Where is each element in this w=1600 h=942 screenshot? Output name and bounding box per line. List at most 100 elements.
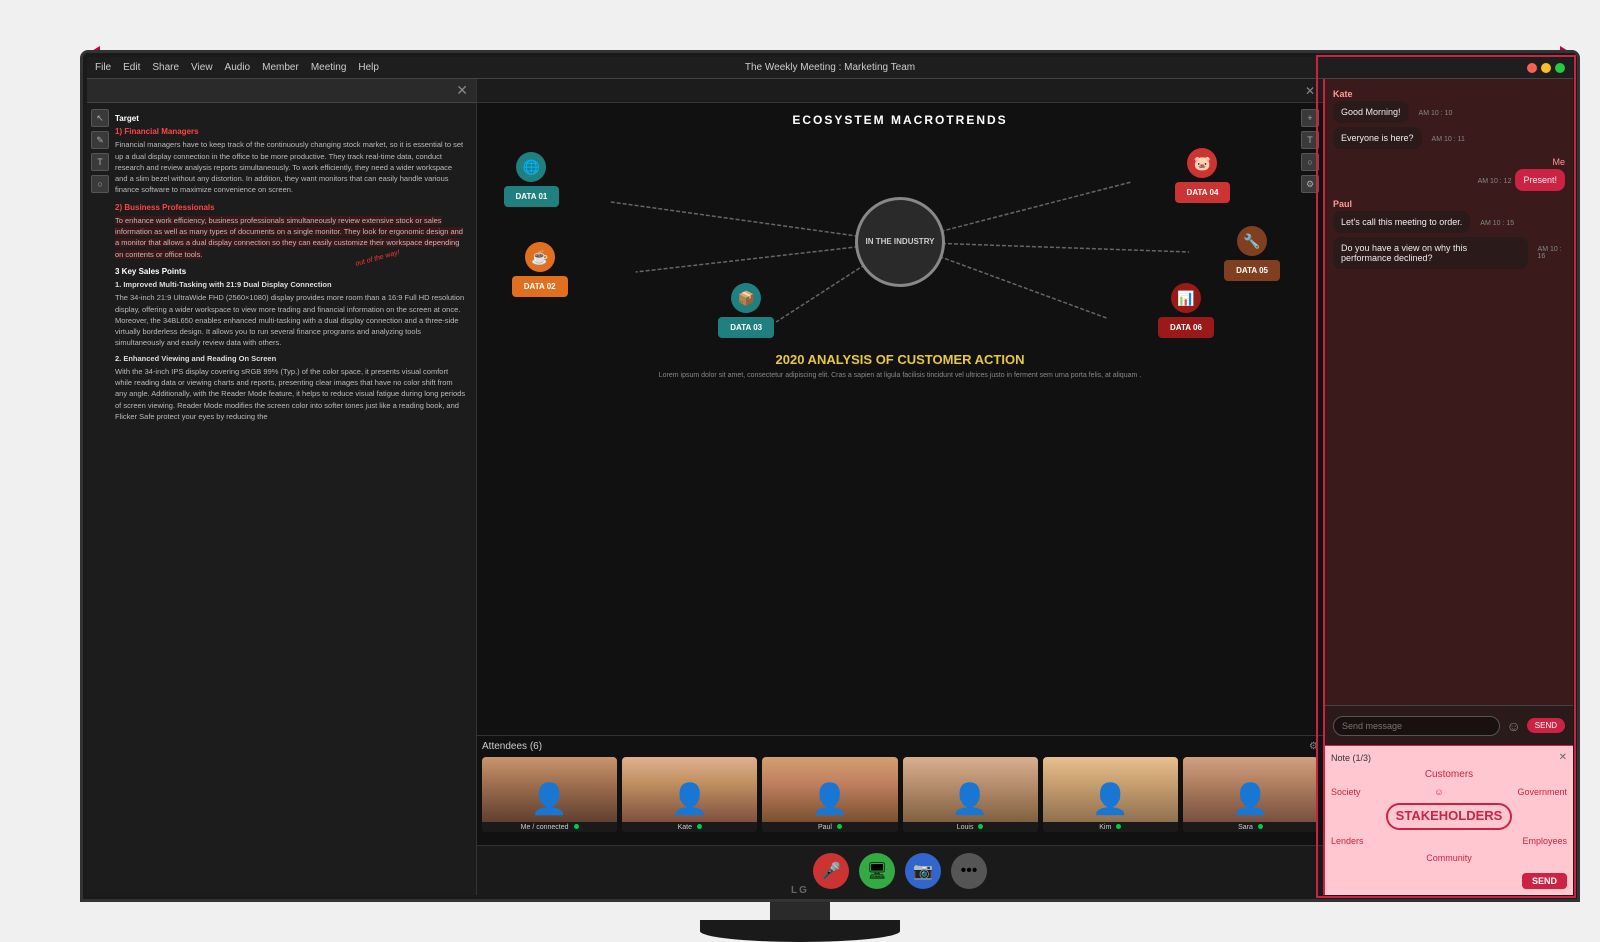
chat-panel: Kate Good Morning! AM 10 : 10 Everyone i… — [1323, 79, 1573, 895]
attendees-header: Attendees (6) ⚙ — [482, 741, 1318, 752]
chat-time-4: AM 10 : 15 — [1480, 220, 1514, 227]
attendee-photo-kim: 👤 — [1043, 757, 1178, 822]
data-node-01: 🌐 DATA 01 — [504, 152, 560, 207]
document-close-button[interactable]: ✕ — [456, 82, 468, 99]
chat-bubble-1: Good Morning! — [1333, 101, 1409, 123]
menu-member[interactable]: Member — [262, 62, 299, 73]
attendee-card-louis: 👤 Louis — [903, 757, 1038, 832]
doc-section-2: 2) Business Professionals — [115, 202, 466, 213]
attendee-card-paul: 👤 Paul — [762, 757, 897, 832]
data-icon-01: 🌐 — [516, 152, 546, 182]
note-employees: Employees — [1522, 834, 1567, 848]
attendee-card-sara: 👤 Sara — [1183, 757, 1318, 832]
data-label-05: DATA 05 — [1224, 260, 1280, 281]
note-community: Community — [1331, 851, 1567, 865]
data-icon-03: 📦 — [731, 283, 761, 313]
data-node-03: 📦 DATA 03 — [718, 283, 774, 338]
doc-body-2: To enhance work efficiency, business pro… — [115, 215, 466, 260]
menu-view[interactable]: View — [191, 62, 213, 73]
doc-title: Target — [115, 113, 466, 124]
data-icon-04: 🐷 — [1187, 148, 1217, 178]
chat-bubble-present: Present! — [1515, 169, 1565, 191]
presentation-close-button[interactable]: ✕ — [1305, 84, 1315, 98]
camera-button[interactable]: 📷 — [905, 853, 941, 889]
slide-tool-1[interactable]: + — [1301, 109, 1319, 127]
more-icon: ••• — [961, 862, 978, 880]
presentation-panel: + T ○ ⚙ ✕ ECOSYSTEM MACROTRENDS — [477, 79, 1323, 895]
window-title: The Weekly Meeting : Marketing Team — [745, 62, 915, 73]
tool-draw[interactable]: ✎ — [91, 131, 109, 149]
document-panel-header: ✕ — [87, 79, 476, 103]
note-send-button[interactable]: SEND — [1522, 873, 1567, 889]
tool-text[interactable]: T — [91, 153, 109, 171]
screen-share-button[interactable]: 🖥 — [859, 853, 895, 889]
chat-bubble-5: Do you have a view on why this performan… — [1333, 237, 1528, 269]
menu-file[interactable]: File — [95, 62, 111, 73]
menu-help[interactable]: Help — [358, 62, 379, 73]
chat-sender-me: Me — [1333, 157, 1565, 167]
attendees-panel: Attendees (6) ⚙ 👤 Me / connected — [477, 735, 1323, 845]
mic-icon: 🎤 — [821, 861, 841, 881]
data-icon-06: 📊 — [1171, 283, 1201, 313]
camera-icon: 📷 — [913, 861, 933, 881]
tool-shape[interactable]: ○ — [91, 175, 109, 193]
emoji-icon[interactable]: ☺ — [1506, 718, 1520, 734]
menu-meeting[interactable]: Meeting — [311, 62, 347, 73]
attendee-name-louis: Louis — [903, 822, 1038, 832]
note-content: Customers Society ☺ Government STAKEHOLD… — [1331, 767, 1567, 865]
close-button[interactable] — [1527, 63, 1537, 73]
chat-group-kate: Kate Good Morning! AM 10 : 10 Everyone i… — [1333, 89, 1565, 149]
data-label-06: DATA 06 — [1158, 317, 1214, 338]
note-header: Note (1/3) ✕ — [1331, 752, 1567, 763]
mic-button[interactable]: 🎤 — [813, 853, 849, 889]
window-controls — [1527, 63, 1565, 73]
attendee-card-kate: 👤 Kate — [622, 757, 757, 832]
chat-send-button[interactable]: SEND — [1527, 718, 1565, 733]
attendee-name-me: Me / connected — [482, 822, 617, 832]
note-society: Society — [1331, 785, 1361, 799]
status-dot-sara — [1258, 824, 1263, 829]
monitor-screen: File Edit Share View Audio Member Meetin… — [87, 57, 1573, 895]
attendee-name-sara: Sara — [1183, 822, 1318, 832]
chat-time-1: AM 10 : 10 — [1419, 110, 1453, 117]
attendee-photo-sara: 👤 — [1183, 757, 1318, 822]
doc-section-3: 3 Key Sales Points — [115, 266, 466, 277]
tool-cursor[interactable]: ↖ — [91, 109, 109, 127]
note-row-4: Lenders Employees — [1331, 834, 1567, 848]
lg-logo: LG — [791, 885, 809, 896]
chat-bubble-4: Let's call this meeting to order. — [1333, 211, 1470, 233]
status-dot-paul — [837, 824, 842, 829]
chat-group-me: Me AM 10 : 12 Present! — [1333, 157, 1565, 191]
status-dot-me — [574, 824, 579, 829]
data-label-04: DATA 04 — [1175, 182, 1231, 203]
note-close-button[interactable]: ✕ — [1559, 752, 1567, 763]
menu-edit[interactable]: Edit — [123, 62, 140, 73]
maximize-button[interactable] — [1555, 63, 1565, 73]
note-lenders: Lenders — [1331, 834, 1364, 848]
document-panel: ✕ ↖ ✎ T ○ Target 1) Financial Managers F… — [87, 79, 477, 895]
chat-sender-kate: Kate — [1333, 89, 1565, 99]
minimize-button[interactable] — [1541, 63, 1551, 73]
stand-neck — [770, 902, 830, 920]
meeting-toolbar: 🎤 🖥 📷 ••• — [477, 845, 1323, 895]
attendees-settings-icon[interactable]: ⚙ — [1309, 741, 1318, 752]
note-stakeholders: STAKEHOLDERS — [1331, 803, 1567, 830]
menu-share[interactable]: Share — [152, 62, 179, 73]
more-options-button[interactable]: ••• — [951, 853, 987, 889]
note-title: Note (1/3) — [1331, 753, 1371, 763]
attendee-photo-paul: 👤 — [762, 757, 897, 822]
data-icon-02: ☕ — [525, 242, 555, 272]
analysis-title: 2020 ANALYSIS OF CUSTOMER ACTION — [776, 352, 1025, 367]
ecosystem-diagram: IN THE INDUSTRY 🌐 DATA 01 ☕ DATA 02 — [487, 142, 1313, 342]
chat-time-2: AM 10 : 11 — [1432, 136, 1465, 143]
lorem-text: Lorem ipsum dolor sit amet, consectetur … — [639, 372, 1161, 379]
slide-area: ECOSYSTEM MACROTRENDS — [477, 103, 1323, 845]
status-dot-kate — [697, 824, 702, 829]
note-panel: Note (1/3) ✕ Customers Society ☺ Governm… — [1325, 745, 1573, 895]
data-node-04: 🐷 DATA 04 — [1175, 148, 1231, 203]
attendees-grid: 👤 Me / connected 👤 — [482, 757, 1318, 832]
attendees-title: Attendees (6) — [482, 741, 542, 752]
data-icon-05: 🔧 — [1237, 226, 1267, 256]
chat-message-input[interactable] — [1333, 716, 1500, 736]
menu-audio[interactable]: Audio — [225, 62, 251, 73]
